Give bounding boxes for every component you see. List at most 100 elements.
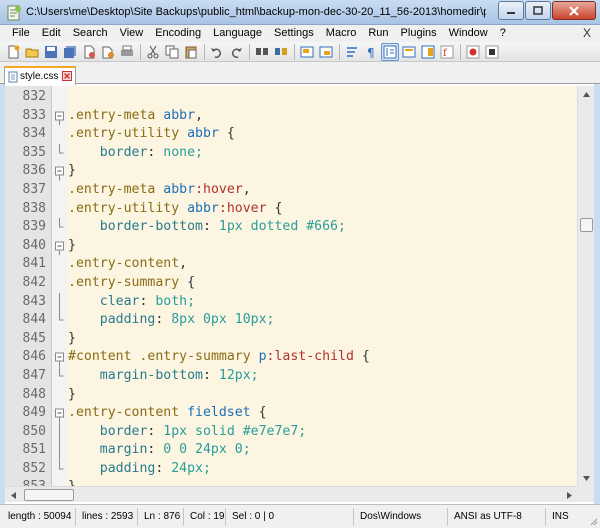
save-all-button[interactable] <box>61 43 79 61</box>
code-line[interactable]: 852 padding: 24px; <box>5 459 577 479</box>
function-list-button[interactable]: f <box>438 43 456 61</box>
code-text: } <box>68 237 76 253</box>
scroll-right-button[interactable] <box>561 487 577 503</box>
close-file-button[interactable] <box>80 43 98 61</box>
indent-guide-button[interactable] <box>381 42 399 61</box>
fold-collapse-icon[interactable] <box>55 348 65 367</box>
menu-edit[interactable]: Edit <box>36 25 67 42</box>
code-line[interactable]: 853} <box>5 478 577 486</box>
zoom-in-icon <box>300 46 314 57</box>
fold-collapse-icon[interactable] <box>55 107 65 126</box>
minimize-button[interactable] <box>498 1 524 20</box>
menu-run[interactable]: Run <box>362 25 394 42</box>
code-line[interactable]: 848} <box>5 386 577 405</box>
line-number: 851 <box>22 442 46 458</box>
status-insert-mode: INS <box>552 511 569 522</box>
menu-encoding[interactable]: Encoding <box>149 25 207 42</box>
code-line[interactable]: 851 margin: 0 0 24px 0; <box>5 441 577 460</box>
code-line[interactable]: 842 .entry-summary { <box>5 274 577 293</box>
menu-plugins[interactable]: Plugins <box>395 25 443 42</box>
save-button[interactable] <box>42 43 60 61</box>
record-macro-button[interactable] <box>464 43 482 61</box>
close-document-button[interactable]: X <box>583 26 591 40</box>
toolbar-separator <box>249 43 250 60</box>
code-line[interactable]: 837 .entry-meta abbr:hover, <box>5 181 577 200</box>
menu-search[interactable]: Search <box>67 25 114 42</box>
tab-close-icon[interactable] <box>62 71 72 81</box>
code-line[interactable]: 835 border: none; <box>5 143 577 163</box>
tab-style-css[interactable]: style.css <box>4 66 76 85</box>
print-button[interactable] <box>118 43 136 61</box>
code-text: #content .entry-summary p:last-child { <box>68 349 370 365</box>
horizontal-scroll-thumb[interactable] <box>24 489 74 501</box>
vertical-scrollbar[interactable] <box>577 86 594 486</box>
notepadpp-app-icon <box>7 5 21 21</box>
code-line[interactable]: 847 margin-bottom: 12px; <box>5 366 577 386</box>
sync-scroll-button[interactable] <box>343 43 361 61</box>
code-line[interactable]: 832 <box>5 88 577 107</box>
fold-end-icon <box>59 311 64 321</box>
undo-button[interactable] <box>208 43 226 61</box>
title-bar[interactable]: C:\Users\me\Desktop\Site Backups\public_… <box>0 0 600 25</box>
fold-end-icon <box>59 459 64 470</box>
code-line[interactable]: 849 .entry-content fieldset { <box>5 404 577 423</box>
scroll-left-button[interactable] <box>5 487 21 503</box>
scroll-up-button[interactable] <box>578 86 595 102</box>
doc-map-button[interactable] <box>419 43 437 61</box>
code-editor[interactable]: 832 833 .entry-meta abbr, 834 .entry-utility… <box>5 86 577 486</box>
line-number: 847 <box>22 367 46 383</box>
code-line[interactable]: 846 #content .entry-summary p:last-child … <box>5 348 577 367</box>
replace-button[interactable] <box>272 43 290 61</box>
code-line[interactable]: 843 clear: both; <box>5 292 577 312</box>
fold-blank-icon <box>55 255 65 274</box>
menu-file[interactable]: File <box>0 25 36 42</box>
maximize-button[interactable] <box>525 1 551 20</box>
zoom-out-icon <box>319 46 333 57</box>
status-encoding[interactable]: ANSI as UTF-8 <box>450 508 546 526</box>
zoom-out-button[interactable] <box>317 43 335 61</box>
code-line[interactable]: 838 .entry-utility abbr:hover { <box>5 200 577 219</box>
fold-end-icon <box>59 143 64 154</box>
line-number: 846 <box>22 349 46 365</box>
zoom-in-button[interactable] <box>298 43 316 61</box>
paste-button[interactable] <box>182 43 200 61</box>
close-all-button[interactable] <box>99 43 117 61</box>
user-lang-button[interactable] <box>400 43 418 61</box>
code-line[interactable]: 841 .entry-content, <box>5 255 577 274</box>
copy-icon <box>165 45 179 58</box>
find-button[interactable] <box>253 43 271 61</box>
code-line[interactable]: 839 border-bottom: 1px dotted #666; <box>5 218 577 237</box>
menu-settings[interactable]: Settings <box>268 25 320 42</box>
vertical-scroll-thumb[interactable] <box>580 218 593 232</box>
code-line[interactable]: 844 padding: 8px 0px 10px; <box>5 311 577 330</box>
code-line[interactable]: 840} <box>5 237 577 256</box>
code-text: margin-bottom: 12px; <box>99 367 259 383</box>
show-all-chars-button[interactable]: ¶ <box>362 43 380 61</box>
scroll-down-button[interactable] <box>578 470 595 486</box>
code-line[interactable]: 834 .entry-utility abbr { <box>5 125 577 144</box>
close-button[interactable] <box>552 1 596 20</box>
stop-macro-button[interactable] <box>483 43 501 61</box>
code-text: .entry-content fieldset { <box>68 405 267 421</box>
menu-language[interactable]: Language <box>207 25 268 42</box>
horizontal-scrollbar[interactable] <box>5 486 577 502</box>
fold-collapse-icon[interactable] <box>55 237 65 256</box>
new-file-button[interactable] <box>4 43 22 61</box>
status-eol-format[interactable]: Dos\Windows <box>356 508 448 526</box>
menu-help[interactable]: ? <box>494 25 512 42</box>
menu-window[interactable]: Window <box>443 25 494 42</box>
cut-button[interactable] <box>144 43 162 61</box>
code-line[interactable]: 833 .entry-meta abbr, <box>5 107 577 126</box>
code-line[interactable]: 850 border: 1px solid #e7e7e7; <box>5 422 577 442</box>
open-file-button[interactable] <box>23 43 41 61</box>
code-line[interactable]: 836} <box>5 162 577 181</box>
redo-button[interactable] <box>227 43 245 61</box>
fold-collapse-icon[interactable] <box>55 162 65 181</box>
toolbar-separator <box>204 43 205 60</box>
code-line[interactable]: 845} <box>5 330 577 349</box>
resize-grip-icon[interactable] <box>588 516 598 526</box>
menu-view[interactable]: View <box>114 25 150 42</box>
fold-collapse-icon[interactable] <box>55 404 65 423</box>
copy-button[interactable] <box>163 43 181 61</box>
menu-macro[interactable]: Macro <box>320 25 363 42</box>
